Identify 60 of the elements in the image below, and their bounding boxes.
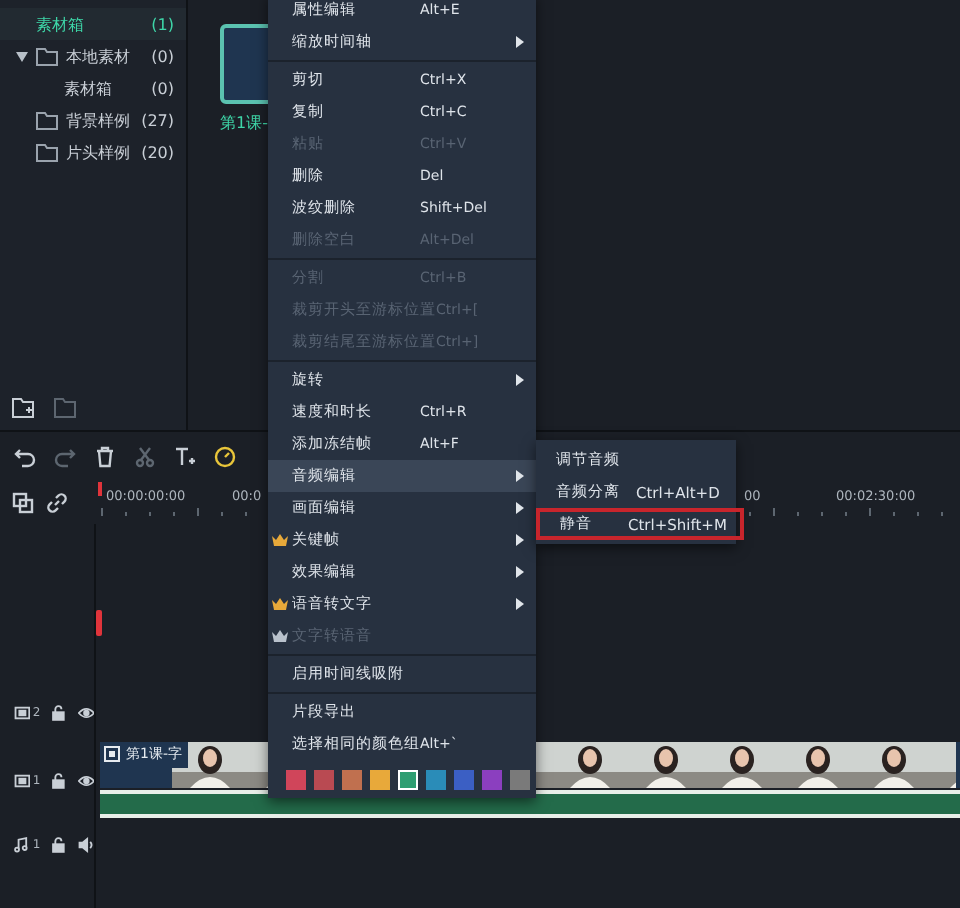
video-track-icon[interactable] xyxy=(14,702,31,724)
color-swatch[interactable] xyxy=(286,770,306,790)
tree-item[interactable]: 背景样例 (27) xyxy=(0,104,186,136)
music-track-icon[interactable] xyxy=(14,834,31,856)
folder-icon xyxy=(36,143,58,161)
folder-icon[interactable] xyxy=(54,398,76,418)
speaker-icon[interactable] xyxy=(77,834,94,856)
folder-name: 本地素材 xyxy=(66,45,132,67)
tree-item[interactable]: 片头样例 (20) xyxy=(0,136,186,168)
item-count: (0) xyxy=(151,47,174,65)
submenu-arrow-icon xyxy=(516,469,524,481)
tree-item[interactable]: 素材箱 (1) xyxy=(0,8,186,40)
redo-icon[interactable] xyxy=(54,445,76,467)
color-swatch[interactable] xyxy=(426,770,446,790)
submenu-arrow-icon xyxy=(516,597,524,609)
crown-icon xyxy=(272,630,288,642)
submenu-arrow-icon xyxy=(516,373,524,385)
folder-name: 背景样例 xyxy=(66,109,132,131)
eye-icon[interactable] xyxy=(77,702,94,724)
speed-icon[interactable] xyxy=(214,445,236,467)
new-folder-icon[interactable] xyxy=(12,398,34,418)
playhead-marker[interactable] xyxy=(96,610,102,636)
add-text-icon[interactable] xyxy=(174,445,196,467)
lock-icon[interactable] xyxy=(50,834,68,856)
lock-icon[interactable] xyxy=(50,769,68,791)
color-swatch[interactable] xyxy=(454,770,474,790)
folder-name: 素材箱 xyxy=(36,13,86,35)
crown-icon xyxy=(272,534,288,546)
tree-item[interactable]: 素材箱 (0) xyxy=(0,72,186,104)
media-title: 第1课- xyxy=(220,112,270,134)
item-count: (27) xyxy=(141,111,174,129)
submenu-arrow-icon xyxy=(516,35,524,47)
color-swatch[interactable] xyxy=(510,770,530,790)
submenu-arrow-icon xyxy=(516,565,524,577)
folder-name: 片头样例 xyxy=(66,141,132,163)
folder-icon xyxy=(36,47,58,65)
item-count: (1) xyxy=(151,15,174,33)
submenu-arrow-icon xyxy=(516,533,524,545)
undo-icon[interactable] xyxy=(14,445,36,467)
color-swatch[interactable] xyxy=(370,770,390,790)
folder-name: 素材箱 xyxy=(64,77,114,99)
video-clip-icon xyxy=(104,746,120,762)
item-count: (20) xyxy=(141,143,174,161)
add-track-icon[interactable] xyxy=(12,491,34,513)
folder-icon xyxy=(36,111,58,129)
tree-item[interactable]: 本地素材 (0) xyxy=(0,40,186,72)
color-swatch[interactable] xyxy=(314,770,334,790)
item-count: (0) xyxy=(151,79,174,97)
expand-arrow-icon[interactable] xyxy=(16,51,28,61)
playhead-marker[interactable] xyxy=(98,482,102,496)
color-swatch[interactable] xyxy=(482,770,502,790)
color-swatch[interactable] xyxy=(398,770,418,790)
delete-icon[interactable] xyxy=(94,445,116,467)
lock-icon[interactable] xyxy=(50,702,68,724)
crown-icon xyxy=(272,598,288,610)
link-icon[interactable] xyxy=(46,491,68,513)
color-swatch[interactable] xyxy=(342,770,362,790)
cut-icon[interactable] xyxy=(134,445,156,467)
submenu-arrow-icon xyxy=(516,501,524,513)
video-track-icon[interactable] xyxy=(14,769,31,791)
